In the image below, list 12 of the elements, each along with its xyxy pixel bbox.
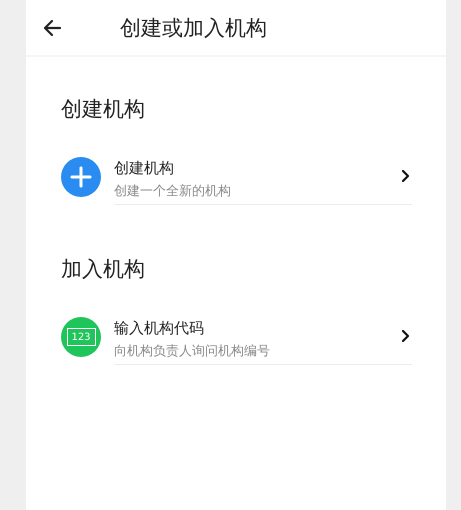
chevron-icon[interactable]: [400, 169, 412, 183]
chevron-icon[interactable]: [400, 329, 412, 343]
back-icon[interactable]: [42, 18, 62, 38]
section-title: 创建机构: [61, 96, 146, 123]
item-title[interactable]: 输入机构代码: [114, 319, 412, 338]
section-title: 加入机构: [61, 256, 146, 283]
code-icon: 123: [61, 317, 101, 357]
item-subtitle: 向机构负责人询问机构编号: [114, 343, 271, 360]
item-subtitle: 创建一个全新的机构: [114, 183, 232, 200]
item-title[interactable]: 创建机构: [114, 159, 412, 178]
page-title: 创建或加入机构: [120, 14, 267, 42]
plus-icon: [61, 157, 101, 197]
